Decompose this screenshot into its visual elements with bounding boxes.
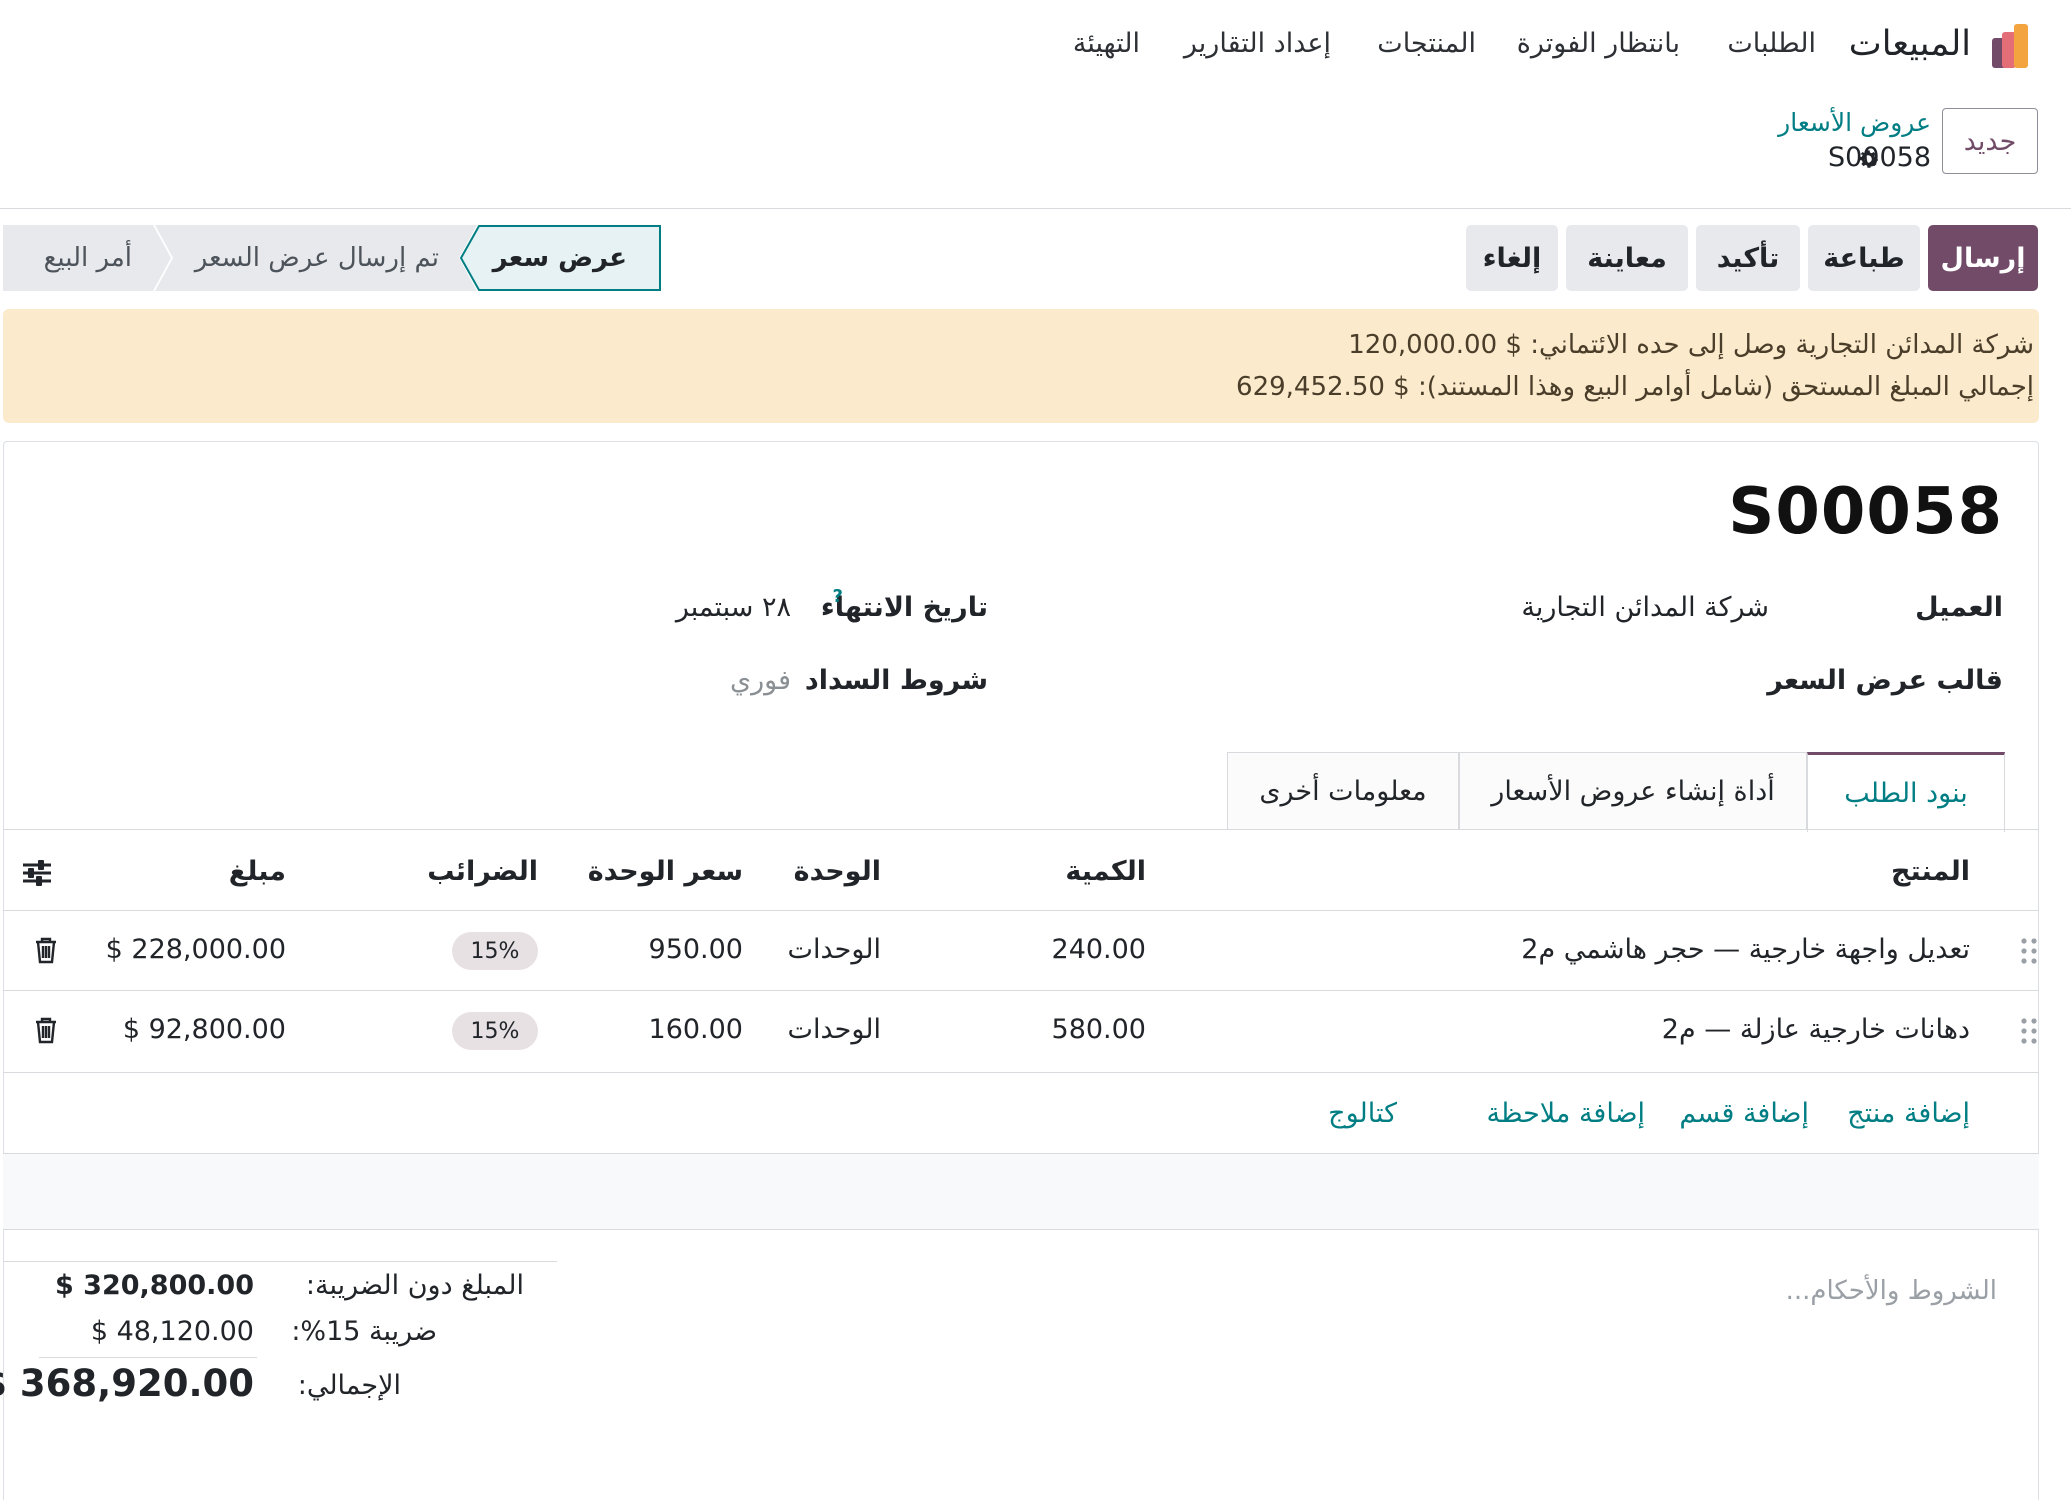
tabs-divider (4, 829, 2040, 830)
payment-terms-label: شروط السداد (805, 665, 989, 696)
expiration-label: تاريخ الانتهاء (821, 592, 989, 623)
row-1-uom[interactable]: الوحدات (789, 934, 882, 965)
header-divider (4, 910, 2040, 911)
expiration-field[interactable]: ٢٨ سبتمبر (677, 592, 792, 623)
row-divider (4, 990, 2040, 991)
column-settings-icon[interactable] (22, 858, 54, 888)
total-label: الإجمالي: (298, 1370, 402, 1401)
menu-to-invoice[interactable]: بانتظار الفوترة (1518, 28, 1681, 59)
payment-terms-field[interactable]: فوري (731, 665, 792, 696)
credit-limit-alert (4, 309, 2040, 423)
tab-other-info[interactable]: معلومات أخرى (1228, 752, 1460, 830)
row-2-quantity[interactable]: 580.00 (1053, 1014, 1147, 1045)
catalog-link[interactable]: كتالوج (1329, 1098, 1398, 1129)
page-title: S00058 (1729, 475, 2004, 549)
row-1-unit-price[interactable]: 950.00 (650, 934, 744, 965)
preview-button[interactable]: معاينة (1567, 225, 1689, 291)
cancel-button[interactable]: إلغاء (1467, 225, 1559, 291)
row-2-product[interactable]: دهانات خارجية عازلة — م2 (1663, 1014, 1971, 1045)
col-taxes[interactable]: الضرائب (428, 856, 539, 887)
menu-configuration[interactable]: التهيئة (1074, 28, 1141, 59)
gear-icon[interactable] (1856, 146, 1882, 172)
control-panel-divider (0, 208, 2072, 209)
add-section-link[interactable]: إضافة قسم (1680, 1098, 1810, 1129)
col-quantity[interactable]: الكمية (1066, 856, 1147, 887)
untaxed-label: المبلغ دون الضريبة: (306, 1270, 525, 1301)
breadcrumb-parent[interactable]: عروض الأسعار (1779, 108, 1932, 137)
add-product-link[interactable]: إضافة منتج (1848, 1098, 1971, 1129)
menu-products[interactable]: المنتجات (1378, 28, 1477, 59)
alert-credit-limit: شركة المدائن التجارية وصل إلى حده الائتم… (1349, 330, 2035, 360)
tab-quote-builder[interactable]: أداة إنشاء عروض الأسعار (1460, 752, 1808, 830)
stage-quotation[interactable]: عرض سعر (494, 243, 628, 273)
col-subtotal[interactable]: مبلغ (230, 856, 287, 887)
quotation-template-label: قالب عرض السعر (1768, 665, 2004, 696)
sales-app-logo[interactable] (1993, 24, 2039, 70)
tax-label: ضريبة 15%: (292, 1316, 438, 1347)
row-1-tax-badge[interactable]: 15% (453, 932, 539, 970)
drag-handle-icon[interactable] (2021, 1017, 2039, 1045)
row-1-product[interactable]: تعديل واجهة خارجية — حجر هاشمي م2 (1522, 934, 1971, 965)
row-1-quantity[interactable]: 240.00 (1053, 934, 1147, 965)
stage-sale-order[interactable]: أمر البيع (45, 243, 133, 273)
row-2-unit-price[interactable]: 160.00 (650, 1014, 744, 1045)
totals-divider (4, 1261, 558, 1262)
row-divider (4, 1072, 2040, 1073)
customer-field[interactable]: شركة المدائن التجارية (1522, 592, 1770, 623)
app-name[interactable]: المبيعات (1850, 24, 1972, 64)
quotation-template-field[interactable] (1390, 665, 1770, 699)
help-icon[interactable]: ? (834, 586, 844, 607)
row-2-uom[interactable]: الوحدات (789, 1014, 882, 1045)
table-footer (4, 1154, 2040, 1229)
row-2-tax-badge[interactable]: 15% (453, 1012, 539, 1050)
col-product[interactable]: المنتج (1892, 856, 1971, 887)
col-unit-price[interactable]: سعر الوحدة (589, 856, 744, 887)
send-button[interactable]: إرسال (1929, 225, 2039, 291)
tab-order-lines[interactable]: بنود الطلب (1808, 752, 2006, 832)
customer-label: العميل (1916, 592, 2004, 623)
drag-handle-icon[interactable] (2021, 937, 2039, 965)
row-2-subtotal: $ 92,800.00 (123, 1014, 287, 1045)
col-uom[interactable]: الوحدة (795, 856, 882, 887)
terms-and-conditions-field[interactable]: الشروط والأحكام... (1787, 1276, 1998, 1306)
trash-icon[interactable] (34, 1016, 60, 1044)
alert-total-due: إجمالي المبلغ المستحق (شامل أوامر البيع … (1237, 372, 2035, 402)
new-button[interactable]: جديد (1943, 108, 2039, 174)
untaxed-amount: $ 320,800.00 (56, 1270, 255, 1301)
menu-orders[interactable]: الطلبات (1728, 28, 1817, 59)
total-divider (40, 1357, 258, 1358)
total-amount: $ 368,920.00 (0, 1362, 255, 1405)
table-footer-bottom (4, 1229, 2040, 1230)
row-1-subtotal: $ 228,000.00 (106, 934, 287, 965)
trash-icon[interactable] (34, 936, 60, 964)
add-note-link[interactable]: إضافة ملاحظة (1487, 1098, 1646, 1129)
print-button[interactable]: طباعة (1809, 225, 1921, 291)
menu-reporting[interactable]: إعداد التقارير (1185, 28, 1332, 59)
stage-quotation-sent[interactable]: تم إرسال عرض السعر (196, 243, 440, 273)
tax-amount: $ 48,120.00 (91, 1316, 255, 1347)
confirm-button[interactable]: تأكيد (1697, 225, 1801, 291)
